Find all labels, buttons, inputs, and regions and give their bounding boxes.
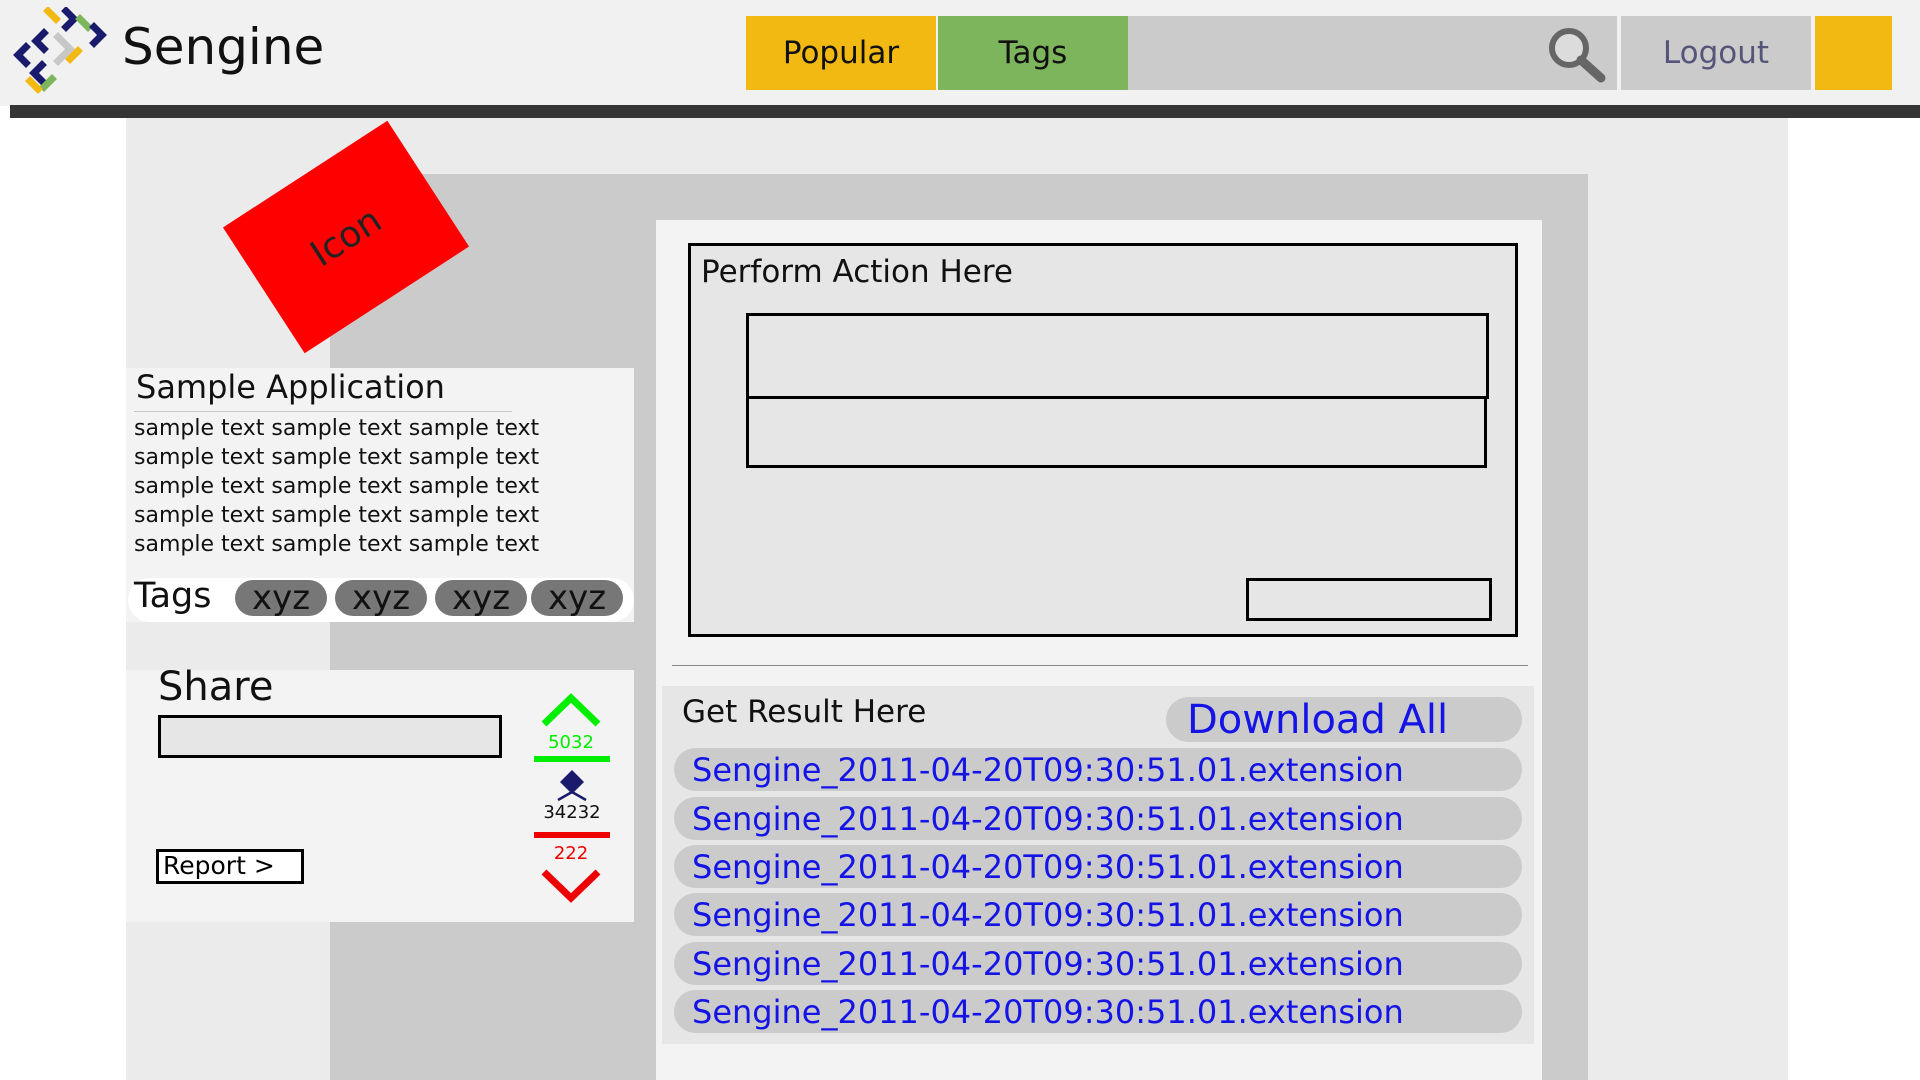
upvote-count: 5032 (548, 732, 594, 753)
sengine-logo-icon[interactable] (8, 6, 108, 99)
share-input[interactable] (158, 715, 502, 758)
search-icon[interactable] (1543, 24, 1609, 84)
result-file-link[interactable]: Sengine_2011-04-20T09:30:51.01.extension (674, 845, 1522, 888)
app-icon-label: Icon (303, 199, 389, 275)
upvote-bar (534, 756, 610, 762)
share-title: Share (158, 664, 274, 710)
result-file-link[interactable]: Sengine_2011-04-20T09:30:51.01.extension (674, 797, 1522, 840)
nav-extra-button[interactable] (1815, 16, 1892, 90)
tag-chip[interactable]: xyz (531, 578, 623, 618)
score-count: 34232 (543, 802, 601, 823)
app-title-underline (134, 411, 512, 412)
nav-tags-button[interactable]: Tags (938, 16, 1128, 90)
action-title: Perform Action Here (701, 254, 1013, 290)
app-title: Sample Application (136, 368, 445, 406)
downvote-count: 222 (553, 843, 589, 864)
result-file-link[interactable]: Sengine_2011-04-20T09:30:51.01.extension (674, 942, 1522, 985)
action-submit-button[interactable] (1246, 578, 1492, 621)
score-icon (556, 768, 588, 802)
download-all-button[interactable]: Download All (1166, 697, 1522, 743)
app-description: sample text sample text sample text samp… (134, 416, 540, 557)
section-divider (672, 665, 1528, 666)
tag-chip[interactable]: xyz (335, 578, 427, 618)
tag-chip[interactable]: xyz (435, 578, 527, 618)
result-file-link[interactable]: Sengine_2011-04-20T09:30:51.01.extension (674, 893, 1522, 936)
upvote-icon[interactable] (540, 692, 602, 728)
nav-popular-button[interactable]: Popular (746, 16, 936, 90)
downvote-bar (534, 832, 610, 838)
app-name: Sengine (122, 18, 325, 76)
downvote-icon[interactable] (540, 868, 602, 904)
tags-label: Tags (134, 576, 212, 616)
report-button[interactable]: Report > (156, 849, 304, 884)
action-input-secondary[interactable] (746, 396, 1487, 468)
header-divider (10, 105, 1920, 118)
action-input-primary[interactable] (746, 313, 1489, 399)
result-file-link[interactable]: Sengine_2011-04-20T09:30:51.01.extension (674, 748, 1522, 791)
tag-chip[interactable]: xyz (235, 578, 327, 618)
result-file-link[interactable]: Sengine_2011-04-20T09:30:51.01.extension (674, 990, 1522, 1033)
results-title: Get Result Here (682, 694, 927, 730)
logout-button[interactable]: Logout (1621, 16, 1811, 90)
